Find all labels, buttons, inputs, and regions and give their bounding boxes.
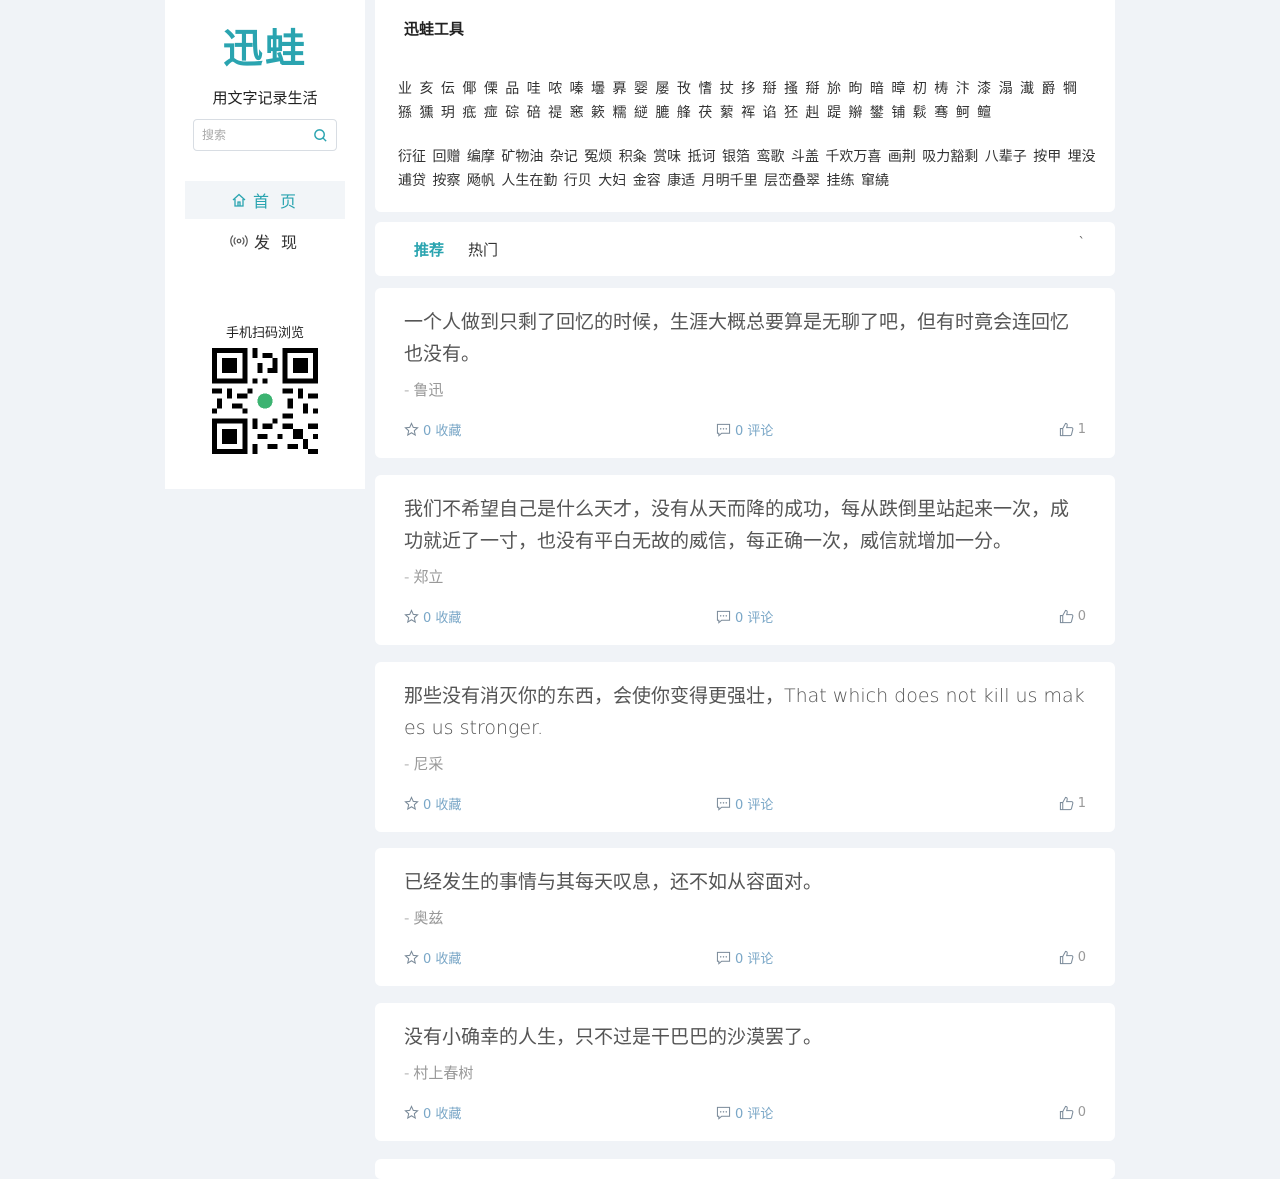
star-icon [404, 422, 419, 437]
thumbs-up-icon [1059, 1105, 1074, 1120]
like-count: 0 [1077, 609, 1086, 624]
comment-count: 0 评论 [735, 424, 774, 439]
quote-card[interactable]: 一个人做到只剩了回忆的时候，生涯大概总要算是无聊了吧，但有时竟会连回忆也没有。 -… [375, 288, 1115, 458]
quote-actions: 0 收藏 0 评论 0 [404, 607, 1086, 627]
star-icon [404, 796, 419, 811]
quote-text[interactable]: 已经发生的事情与其每天叹息，还不如从容面对。 [404, 866, 1086, 898]
qr-title: 手机扫码浏览 [225, 326, 304, 341]
author-dash: - [404, 381, 410, 399]
like-button[interactable]: 1 [1059, 796, 1086, 811]
favorite-count: 0 收藏 [423, 952, 462, 967]
broadcast-icon [230, 235, 248, 247]
quote-card[interactable]: 那些没有消灭你的东西，会使你变得更强壮，That which does not … [375, 662, 1115, 832]
like-count: 0 [1077, 1105, 1086, 1120]
thumbs-up-icon [1059, 796, 1074, 811]
quote-actions: 0 收藏 0 评论 0 [404, 948, 1086, 968]
comment-button[interactable]: 0 评论 [716, 1103, 773, 1122]
site-slogan: 用文字记录生活 [212, 89, 318, 107]
like-count: 1 [1077, 422, 1086, 437]
nav-item-discover[interactable]: 发 现 [185, 222, 345, 260]
tab-more-toggle[interactable]: ` [1079, 236, 1086, 251]
random-characters[interactable]: 业 亥 伝 倻 傈 品 哇 哝 嗪 壜 奡 婴 屡 攼 愭 扙 拸 搿 搔 搿 … [398, 77, 1098, 125]
quote-actions: 0 收藏 0 评论 1 [404, 794, 1086, 814]
star-icon [404, 950, 419, 965]
favorite-count: 0 收藏 [423, 424, 462, 439]
quote-card[interactable]: 我们不希望自己是什么天才，没有从天而降的成功，每从跌倒里站起来一次，成功就近了一… [375, 475, 1115, 645]
sidebar: 迅蛙 用文字记录生活 首 页 发 现 手机扫码浏览 [165, 0, 365, 489]
like-button[interactable]: 0 [1059, 609, 1086, 624]
author-name[interactable]: 村上春树 [413, 1064, 473, 1082]
search-icon[interactable] [313, 128, 328, 143]
nav-label-discover: 发 现 [253, 233, 301, 252]
thumbs-up-icon [1059, 609, 1074, 624]
comment-count: 0 评论 [735, 1107, 774, 1122]
comment-count: 0 评论 [735, 798, 774, 813]
author-dash: - [404, 909, 410, 927]
comment-button[interactable]: 0 评论 [716, 794, 773, 813]
favorite-button[interactable]: 0 收藏 [404, 794, 461, 813]
favorite-count: 0 收藏 [423, 611, 462, 626]
favorite-count: 0 收藏 [423, 798, 462, 813]
tab-hot[interactable]: 热门 [468, 239, 498, 260]
author-dash: - [404, 755, 410, 773]
nav-label-home: 首 页 [252, 192, 300, 211]
search-box[interactable] [193, 119, 337, 151]
search-input[interactable] [202, 120, 312, 150]
author-name[interactable]: 尼采 [413, 755, 443, 773]
star-icon [404, 609, 419, 624]
tools-title[interactable]: 迅蛙工具 [404, 18, 1086, 39]
quote-author[interactable]: - 村上春树 [404, 1063, 1086, 1083]
tools-panel: 迅蛙工具 业 亥 伝 倻 傈 品 哇 哝 嗪 壜 奡 婴 屡 攼 愭 扙 拸 搿… [375, 0, 1115, 212]
favorite-button[interactable]: 0 收藏 [404, 1103, 461, 1122]
author-dash: - [404, 568, 410, 586]
nav-item-home[interactable]: 首 页 [185, 181, 345, 219]
comment-icon [716, 610, 731, 624]
quote-text[interactable]: 我们不希望自己是什么天才，没有从天而降的成功，每从跌倒里站起来一次，成功就近了一… [404, 493, 1086, 557]
quote-text[interactable]: 一个人做到只剩了回忆的时候，生涯大概总要算是无聊了吧，但有时竟会连回忆也没有。 [404, 306, 1086, 370]
comment-icon [716, 797, 731, 811]
home-icon [232, 193, 246, 207]
thumbs-up-icon [1059, 950, 1074, 965]
quote-text[interactable]: 没有小确幸的人生，只不过是干巴巴的沙漠罢了。 [404, 1021, 1086, 1053]
comment-button[interactable]: 0 评论 [716, 607, 773, 626]
like-button[interactable]: 0 [1059, 1105, 1086, 1120]
feed-tabs: 推荐 热门 ` [375, 222, 1115, 276]
quote-text[interactable]: 那些没有消灭你的东西，会使你变得更强壮，That which does not … [404, 680, 1086, 744]
star-icon [404, 1105, 419, 1120]
comment-button[interactable]: 0 评论 [716, 420, 773, 439]
favorite-count: 0 收藏 [423, 1107, 462, 1122]
comment-icon [716, 951, 731, 965]
thumbs-up-icon [1059, 422, 1074, 437]
like-count: 1 [1077, 796, 1086, 811]
quote-card[interactable]: 没有小确幸的人生，只不过是干巴巴的沙漠罢了。 - 村上春树 0 收藏 0 评论 0 [375, 1003, 1115, 1141]
quote-author[interactable]: - 鲁迅 [404, 380, 1086, 400]
like-button[interactable]: 1 [1059, 422, 1086, 437]
comment-count: 0 评论 [735, 952, 774, 967]
favorite-button[interactable]: 0 收藏 [404, 420, 461, 439]
author-name[interactable]: 鲁迅 [413, 381, 443, 399]
favorite-button[interactable]: 0 收藏 [404, 607, 461, 626]
random-words[interactable]: 衍征 回赠 编摩 矿物油 杂记 冤烦 积粂 赏味 抵诃 银箔 鸾歌 斗盖 千欢万… [398, 145, 1098, 193]
quote-author[interactable]: - 奥兹 [404, 908, 1086, 928]
author-dash: - [404, 1064, 410, 1082]
comment-icon [716, 1106, 731, 1120]
tab-recommend[interactable]: 推荐 [414, 239, 444, 260]
favorite-button[interactable]: 0 收藏 [404, 948, 461, 967]
author-name[interactable]: 郑立 [413, 568, 443, 586]
like-count: 0 [1077, 950, 1086, 965]
quote-author[interactable]: - 郑立 [404, 567, 1086, 587]
quote-actions: 0 收藏 0 评论 1 [404, 420, 1086, 440]
qr-code-image [212, 348, 318, 454]
quote-card[interactable]: 已经发生的事情与其每天叹息，还不如从容面对。 - 奥兹 0 收藏 0 评论 0 [375, 848, 1115, 986]
comment-count: 0 评论 [735, 611, 774, 626]
site-logo[interactable]: 迅蛙 [165, 24, 365, 74]
quote-actions: 0 收藏 0 评论 0 [404, 1103, 1086, 1123]
quote-author[interactable]: - 尼采 [404, 754, 1086, 774]
quote-card-partial [375, 1159, 1115, 1179]
author-name[interactable]: 奥兹 [413, 909, 443, 927]
like-button[interactable]: 0 [1059, 950, 1086, 965]
comment-button[interactable]: 0 评论 [716, 948, 773, 967]
comment-icon [716, 423, 731, 437]
